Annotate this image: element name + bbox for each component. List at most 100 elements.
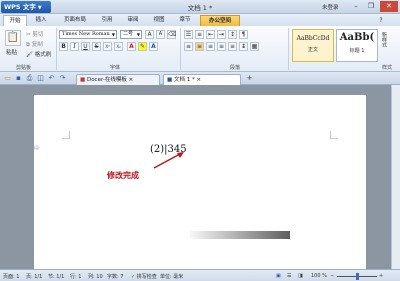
new-style-button[interactable]: 新样式 [381,32,388,47]
margin-corner-icon [330,131,338,139]
vertical-scrollbar[interactable] [391,85,400,269]
zoom-in-icon[interactable]: + [379,273,383,279]
char-shading-icon[interactable]: A [149,42,158,51]
spell-check-label: 拼写检查 [136,274,157,280]
folder-icon[interactable]: ▭ [3,74,12,83]
format-painter-button[interactable]: 🖌 格式刷 [26,50,51,58]
zoom-value[interactable]: 100 % [311,273,327,279]
divider [288,28,289,70]
status-row: 行: 1 [70,274,82,280]
italic-icon[interactable]: I [70,42,79,51]
close-icon[interactable]: × [196,77,201,83]
status-col: 列: 10 [88,274,103,280]
show-marks-icon[interactable]: ¶ [239,30,248,39]
print-preview-icon[interactable]: ◫ [36,74,45,83]
status-bar: 页面: 1 页: 1/1 节: 1/1 行: 1 列: 10 字数: 7 ✓ 拼… [0,269,400,281]
document-workspace: ▤· [0,85,400,269]
tab-start[interactable]: 开始 [3,15,27,26]
underline-icon[interactable]: U [81,42,90,51]
clear-format-icon[interactable]: ⌫ [167,30,176,39]
document-icon: ■ [167,77,173,83]
align-left-icon[interactable]: ≡ [184,42,193,51]
borders-icon[interactable]: ▦ [250,42,259,51]
tab-office-space[interactable]: 办公空间 [200,15,240,26]
subscript-icon[interactable]: X₂ [114,42,123,51]
grow-font-icon[interactable]: A [145,30,154,39]
docer-icon: ■ [80,77,86,83]
zoom-slider-handle[interactable] [356,273,359,280]
align-center-icon[interactable]: ≡ [195,42,204,51]
font-size-value: 二号 [123,31,134,37]
add-tab-button[interactable]: + [245,74,254,83]
zoom-out-icon[interactable]: − [330,273,334,279]
brush-icon: 🖌 [26,52,33,58]
tab-chapter[interactable]: 章节 [174,15,196,26]
decrease-indent-icon[interactable]: ⇤ [206,30,215,39]
tab-document-1[interactable]: ■ 文档 1 * × [163,74,241,85]
print-icon[interactable]: ⎙ [25,74,34,83]
tab-view[interactable]: 视图 [148,15,170,26]
style-heading1[interactable]: AaBb( 标题 1 [336,29,378,62]
help-icon[interactable]: ? [376,15,386,26]
group-label-font: 字体 [110,65,121,71]
distribute-icon[interactable]: ≡ [228,42,237,51]
divider [56,28,57,70]
group-label-clipboard: 剪贴板 [16,65,32,71]
chevron-down-icon: ▼ [136,32,140,37]
copy-button[interactable]: ⧉ 复制 [26,40,43,49]
paragraph-marker-icon: ▤· [34,145,41,151]
font-color-icon[interactable]: A [127,42,136,51]
numbered-list-icon[interactable]: ≡ [195,30,204,39]
login-link[interactable]: 未登录 [322,3,339,11]
save-icon[interactable]: ▪ [14,74,23,83]
highlight-icon[interactable]: ✎ [138,42,147,51]
close-icon[interactable]: × [129,77,134,83]
bold-icon[interactable]: B [59,42,68,51]
page-view-icon[interactable]: ▣ [276,273,281,279]
tab-page-layout[interactable]: 页面布局 [58,15,92,26]
style-heading1-sample: AaBb( [339,32,375,43]
window-title: 文档 1 * [187,4,213,12]
status-section: 节: 1/1 [48,274,65,280]
justify-icon[interactable]: ≡ [217,42,226,51]
sort-icon[interactable]: ↕ [228,30,237,39]
style-heading1-name: 标题 1 [349,48,365,54]
increase-indent-icon[interactable]: ⇥ [217,30,226,39]
document-page[interactable]: ▤· [34,95,366,269]
font-name-select[interactable]: Times New Roman ▼ [59,30,117,39]
redo-icon[interactable]: ↷ [58,74,67,83]
chevron-down-icon: ▼ [111,32,115,37]
outline-view-icon[interactable]: ☰ [287,273,291,279]
ribbon: 📋 粘贴 ✂ 剪切 ⧉ 复制 🖌 格式刷 剪贴板 Times New Roman… [0,26,400,72]
paste-icon[interactable]: 📋 [5,30,21,46]
bullet-list-icon[interactable]: ☰ [184,30,193,39]
style-normal[interactable]: AaBbCcDd 正文 [292,29,334,62]
align-right-icon[interactable]: ≡ [206,42,215,51]
web-view-icon[interactable]: ◨ [298,273,303,279]
tab-review[interactable]: 审阅 [122,15,144,26]
tab-insert[interactable]: 插入 [30,15,52,26]
maximize-button[interactable]: ❐ [364,1,378,12]
tab-reference[interactable]: 引用 [96,15,118,26]
scissors-icon: ✂ [26,32,31,38]
paste-label[interactable]: 粘贴 [6,48,17,56]
spell-check-toggle[interactable]: ✓ 拼写检查 [131,273,157,280]
minimize-button[interactable]: – [349,1,363,12]
font-name-value: Times New Roman [62,31,110,37]
line-spacing-icon[interactable]: ↨ [239,42,248,51]
status-words: 字数: 7 [107,274,124,280]
close-button[interactable]: ✕ [380,1,398,12]
status-unit: 单位: 毫米 [160,274,184,280]
strikethrough-icon[interactable]: S [92,42,101,51]
cut-button[interactable]: ✂ 剪切 [26,30,43,38]
shrink-font-icon[interactable]: A [156,30,165,39]
annotation-label: 修改完成 [107,171,139,180]
superscript-icon[interactable]: X² [103,42,112,51]
font-size-select[interactable]: 二号 ▼ [120,30,142,39]
group-label-styles: 样式 [382,65,393,71]
style-normal-name: 正文 [307,47,318,53]
cut-label: 剪切 [32,32,44,38]
tab-docer-templates[interactable]: ■ Docer-在线模板 × [76,74,160,85]
copy-icon: ⧉ [26,42,30,48]
undo-icon[interactable]: ↶ [47,74,56,83]
